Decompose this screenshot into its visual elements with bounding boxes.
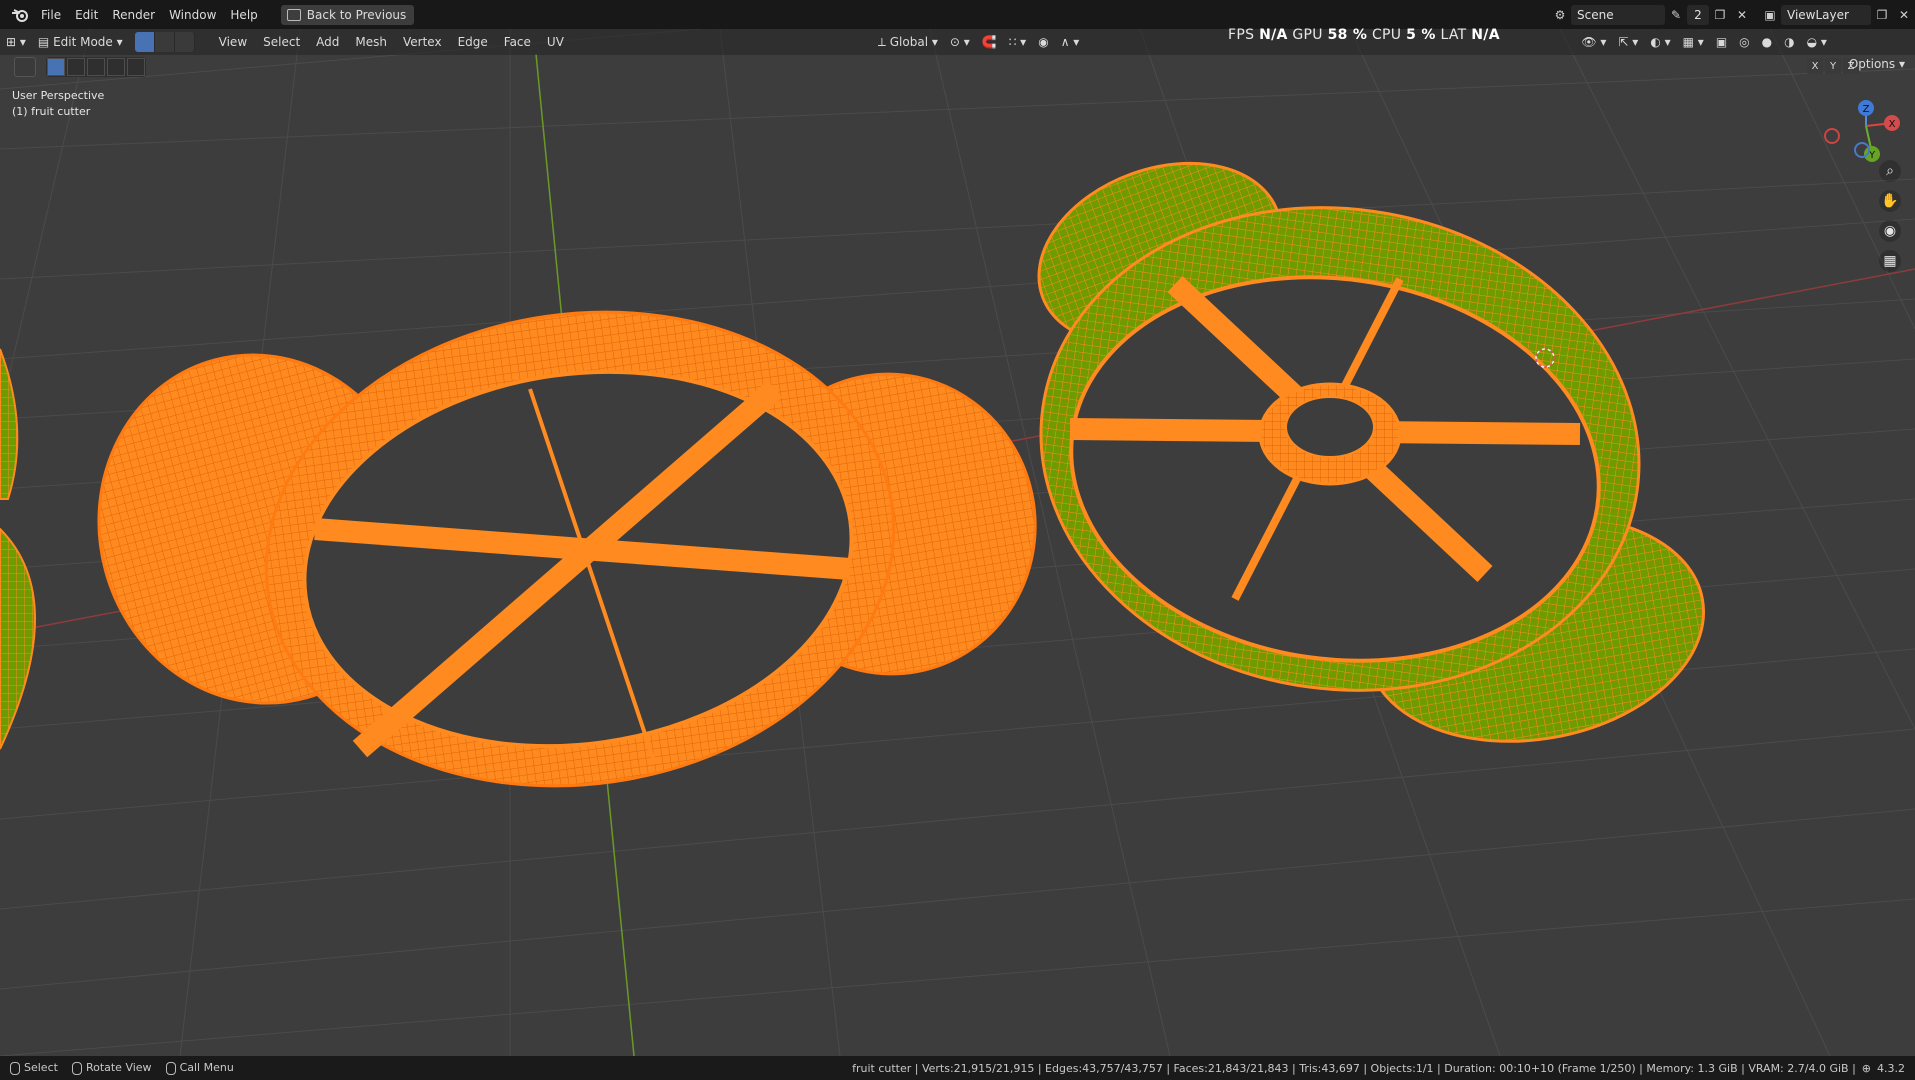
scene-users-count: 2: [1687, 4, 1709, 25]
view-layer-name: ViewLayer: [1787, 7, 1849, 22]
menu-vertex[interactable]: Vertex: [395, 35, 450, 49]
viewport-nav-buttons: ⌕ ✋ ◉ ▦: [1879, 160, 1901, 272]
gpu-label: GPU: [1292, 27, 1323, 43]
scene-selector-area: ⚙ Scene ✎ 2 ❐ ✕ ▣ ViewLayer ❐ ✕: [1549, 0, 1915, 29]
viewport-header: ⊞ ▾ ▤ Edit Mode ▾ View Select Add Mesh V…: [0, 29, 1915, 55]
viewport-object-label: (1) fruit cutter: [12, 105, 91, 118]
scene-name-field[interactable]: Scene: [1571, 4, 1665, 25]
shading-material-icon[interactable]: ◑: [1778, 32, 1800, 52]
overlay-toggle-icon[interactable]: ◐ ▾: [1644, 32, 1676, 52]
select-intersect-icon[interactable]: [127, 58, 145, 76]
pan-hand-icon[interactable]: ✋: [1879, 190, 1901, 212]
menu-mesh[interactable]: Mesh: [347, 35, 395, 49]
gpu-value: 58 %: [1327, 27, 1368, 43]
menu-window[interactable]: Window: [162, 8, 223, 22]
select-subtract-icon[interactable]: [87, 58, 105, 76]
select-new-icon[interactable]: [47, 58, 65, 76]
menu-uv[interactable]: UV: [539, 35, 572, 49]
fps-label: FPS: [1228, 27, 1255, 43]
pivot-point-icon[interactable]: ⊙ ▾: [944, 32, 976, 52]
select-extend-icon[interactable]: [67, 58, 85, 76]
network-icon: ⊕: [1861, 1061, 1871, 1075]
options-label: Options: [1848, 57, 1896, 71]
visibility-icon[interactable]: 👁 ▾: [1575, 32, 1612, 52]
transform-orientation-label: Global: [889, 35, 929, 49]
shading-wireframe-icon[interactable]: ◎: [1733, 32, 1755, 52]
lat-value: N/A: [1471, 27, 1500, 43]
editor-type-button[interactable]: ⊞ ▾: [0, 32, 32, 52]
proportional-edit-icon[interactable]: ◉: [1032, 32, 1054, 52]
menu-add[interactable]: Add: [308, 35, 347, 49]
falloff-icon[interactable]: ∧ ▾: [1055, 32, 1086, 52]
menu-select[interactable]: Select: [255, 35, 308, 49]
edge-select-icon[interactable]: [154, 32, 175, 52]
menu-edge[interactable]: Edge: [450, 35, 496, 49]
blender-logo-icon[interactable]: [10, 5, 30, 25]
camera-icon[interactable]: ◉: [1879, 220, 1901, 242]
select-mode-group: [134, 32, 195, 52]
new-scene-icon[interactable]: ❐: [1709, 5, 1731, 25]
new-view-layer-icon[interactable]: ❐: [1871, 5, 1893, 25]
performance-overlay: FPS N/A GPU 58 % CPU 5 % LAT N/A: [1228, 27, 1500, 43]
blender-version: 4.3.2: [1877, 1061, 1905, 1075]
status-select-label: Select: [24, 1061, 58, 1075]
remove-scene-icon[interactable]: ✕: [1731, 5, 1753, 25]
scene-name: Scene: [1577, 7, 1614, 22]
cpu-value: 5 %: [1406, 27, 1436, 43]
view-layer-field[interactable]: ViewLayer: [1781, 4, 1871, 25]
menu-view[interactable]: View: [211, 35, 255, 49]
face-select-icon[interactable]: [174, 32, 195, 52]
status-callmenu-hint: Call Menu: [165, 1061, 234, 1075]
scene-type-icon[interactable]: ⚙: [1549, 5, 1571, 25]
gizmo-x-label: X: [1889, 119, 1896, 130]
mirror-y-toggle[interactable]: Y: [1825, 58, 1841, 74]
menu-face[interactable]: Face: [496, 35, 539, 49]
menu-edit[interactable]: Edit: [68, 8, 105, 22]
menu-help[interactable]: Help: [223, 8, 264, 22]
mesh-edit-overlay-icon[interactable]: ▦ ▾: [1677, 32, 1710, 52]
mode-selector[interactable]: ▤ Edit Mode ▾: [32, 32, 129, 52]
mouse-left-icon: [10, 1061, 20, 1075]
shading-solid-icon[interactable]: ●: [1756, 32, 1778, 52]
vertex-select-icon[interactable]: [134, 32, 155, 52]
select-tool-icon[interactable]: [14, 57, 36, 77]
view-layer-icon[interactable]: ▣: [1759, 5, 1781, 25]
status-callmenu-label: Call Menu: [179, 1061, 234, 1075]
mode-selector-label: Edit Mode: [53, 35, 113, 49]
menu-render[interactable]: Render: [105, 8, 162, 22]
lat-label: LAT: [1440, 27, 1467, 43]
select-invert-icon[interactable]: [107, 58, 125, 76]
transform-orientation-dropdown[interactable]: ⟂ Global ▾: [872, 32, 944, 52]
status-rotate-label: Rotate View: [85, 1061, 152, 1075]
snap-target-icon[interactable]: ∷ ▾: [1003, 32, 1032, 52]
remove-view-layer-icon[interactable]: ✕: [1893, 5, 1915, 25]
viewport-perspective-label: User Perspective: [12, 89, 105, 102]
cpu-label: CPU: [1371, 27, 1402, 43]
options-dropdown[interactable]: Options ▾: [1849, 57, 1905, 71]
fps-value: N/A: [1259, 27, 1288, 43]
menu-file[interactable]: File: [34, 8, 68, 22]
zoom-icon[interactable]: ⌕: [1879, 160, 1901, 182]
scene-statistics: fruit cutter | Verts:21,915/21,915 | Edg…: [852, 1061, 1856, 1075]
viewport-canvas[interactable]: Z X Y: [0, 29, 1915, 1056]
mirror-x-toggle[interactable]: X: [1807, 58, 1823, 74]
gizmo-toggle-icon[interactable]: ⇱ ▾: [1612, 32, 1644, 52]
shading-rendered-icon[interactable]: ◒ ▾: [1801, 32, 1833, 52]
mouse-right-icon: [165, 1061, 176, 1075]
status-select-hint: Select: [10, 1061, 58, 1075]
3d-viewport[interactable]: Z X Y User Perspective (1) fruit cutter: [0, 29, 1915, 1056]
grid-icon[interactable]: ▦: [1879, 250, 1901, 272]
tool-settings-row: [0, 55, 146, 79]
back-to-previous-label: Back to Previous: [306, 7, 407, 22]
mouse-middle-icon: [71, 1061, 82, 1075]
snap-toggle-icon[interactable]: 🧲: [976, 32, 1003, 52]
status-rotate-hint: Rotate View: [71, 1061, 152, 1075]
selection-mode-buttons: [46, 57, 146, 77]
screen-icon: [286, 8, 301, 21]
status-bar: Select Rotate View Call Menu fruit cutte…: [0, 1056, 1915, 1080]
pin-icon[interactable]: ✎: [1665, 5, 1687, 25]
gizmo-z-label: Z: [1863, 104, 1870, 115]
xray-toggle-icon[interactable]: ▣: [1710, 32, 1733, 52]
back-to-previous-button[interactable]: Back to Previous: [280, 4, 415, 25]
